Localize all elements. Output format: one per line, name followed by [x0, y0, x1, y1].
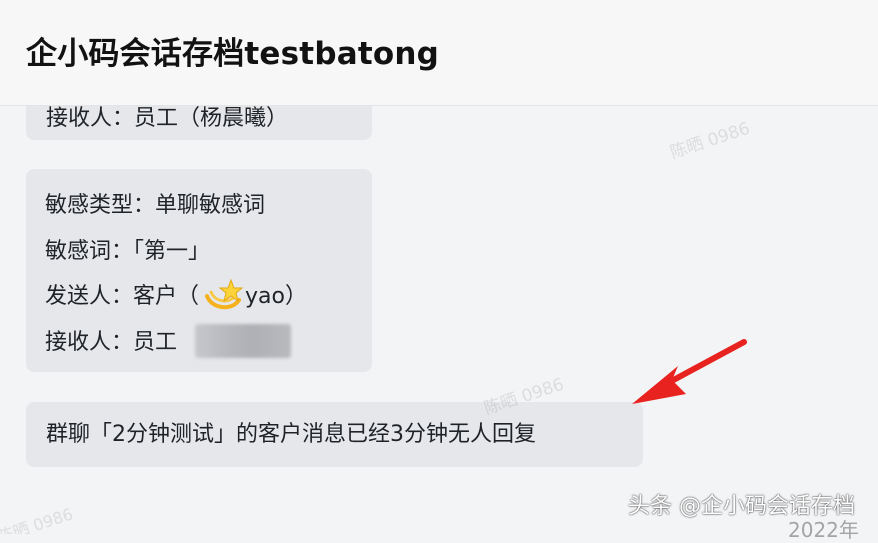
group-timeout-notice-bubble: 群聊「2分钟测试」的客户消息已经3分钟无人回复 — [26, 402, 643, 467]
red-arrow-icon — [632, 339, 747, 404]
receiver-line: 接收人：员工 — [45, 320, 353, 366]
sensitive-type-line: 敏感类型：单聊敏感词 — [45, 193, 266, 218]
watermark: 陈晒 0986 — [667, 118, 753, 164]
message-bubble-partial: 接收人：员工（杨晨曦） — [26, 106, 372, 140]
watermark: 陈晒 0986 — [0, 504, 76, 534]
sender-suffix: yao） — [245, 284, 307, 309]
shooting-star-emoji-icon — [205, 278, 244, 310]
receiver-prefix: 接收人：员工 — [45, 329, 178, 355]
sensitive-word-line: 敏感词：「第一」 — [45, 238, 211, 264]
app-header: 企小码会话存档testbatong — [0, 0, 878, 106]
blurred-name — [195, 323, 292, 358]
chat-title: 企小码会话存档testbatong — [26, 36, 439, 72]
sender-prefix: 发送人：客户（ — [45, 284, 200, 309]
corner-date: 2022年 — [788, 518, 859, 542]
receiver-line-partial: 接收人：员工（杨晨曦） — [46, 106, 289, 131]
sensitive-word-alert-bubble: 敏感类型：单聊敏感词 敏感词：「第一」 发送人：客户（ yao） 接收人：员工 — [26, 169, 372, 372]
message-list[interactable]: 接收人：员工（杨晨曦） 敏感类型：单聊敏感词 敏感词：「第一」 发送人：客户（ … — [0, 106, 878, 534]
sender-line: 发送人：客户（ yao） — [45, 274, 353, 320]
